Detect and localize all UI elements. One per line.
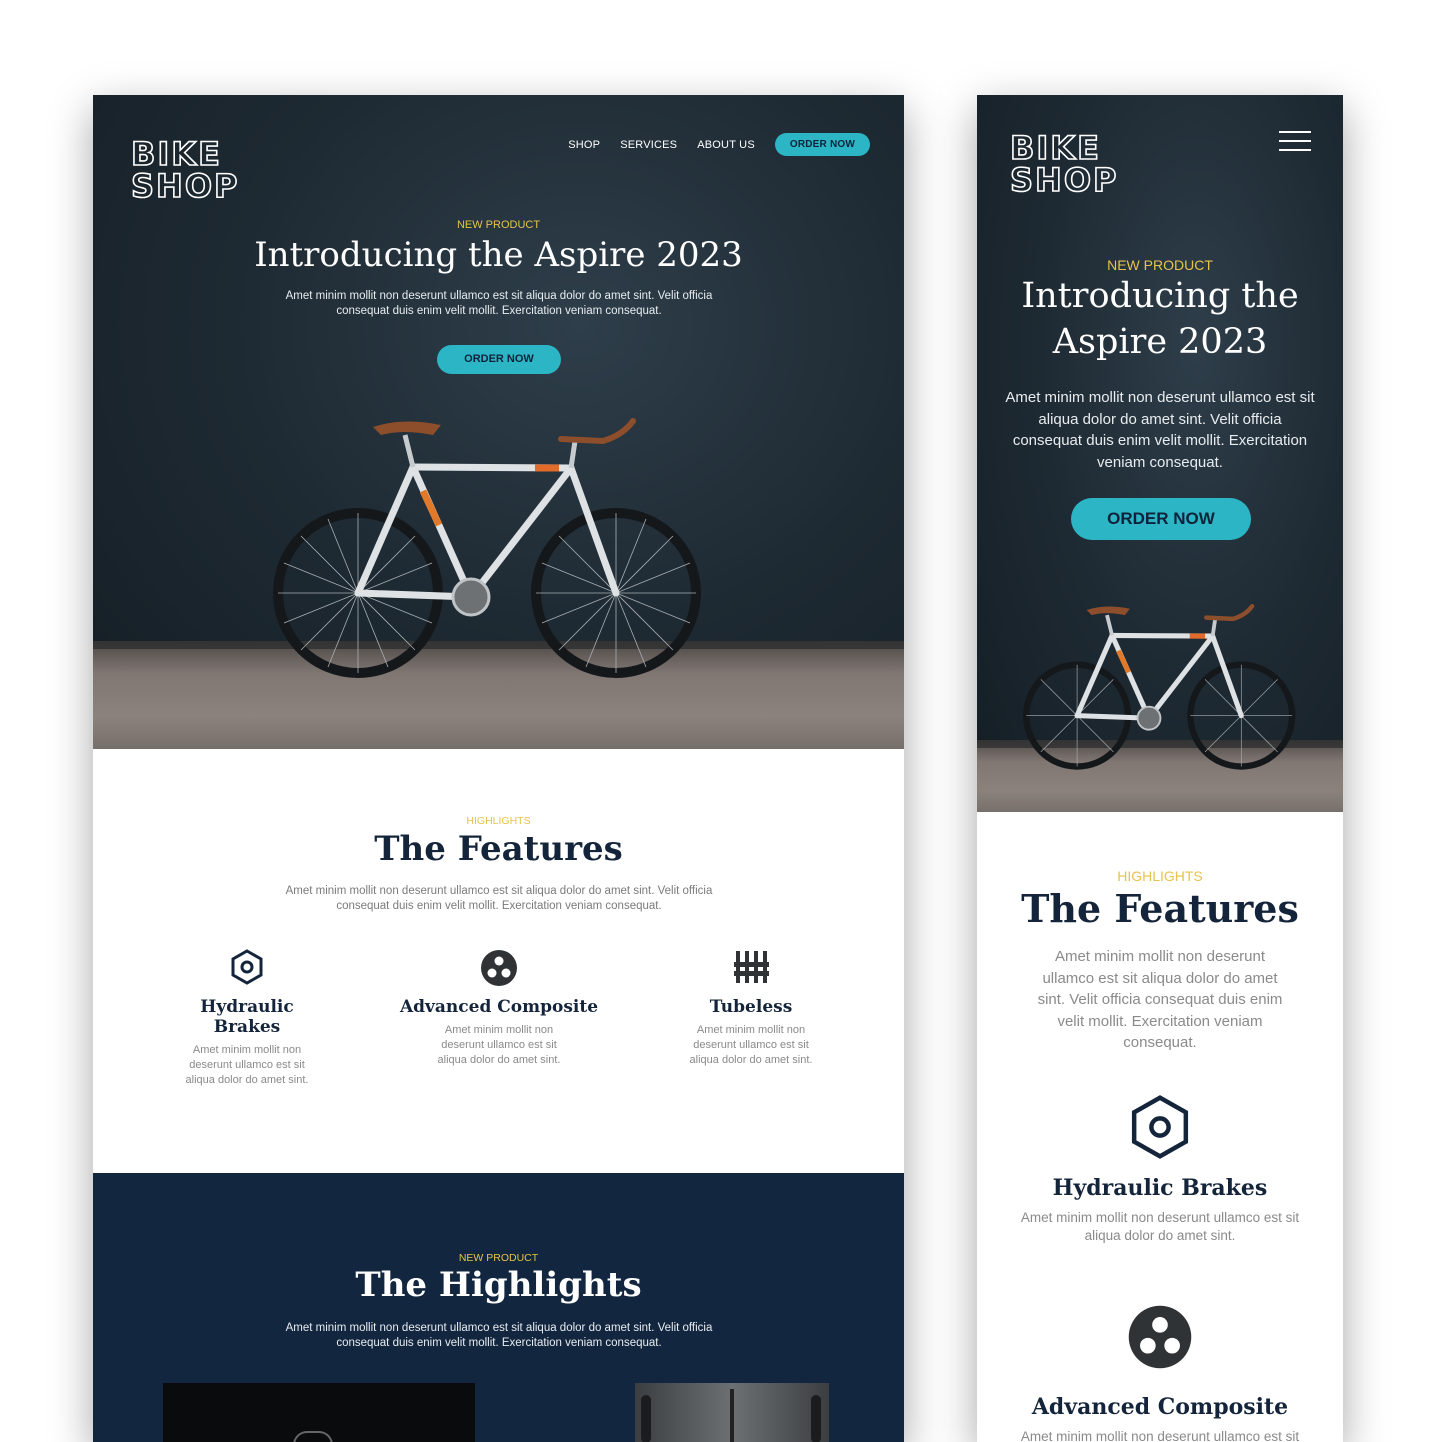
mobile-feature-advanced-composite: Advanced Composite Amet minim mollit non…: [997, 1304, 1323, 1442]
nav-services[interactable]: SERVICES: [620, 139, 677, 151]
mobile-features-section: HIGHLIGHTS The Features Amet minim molli…: [977, 812, 1343, 1442]
feature-title: Hydraulic Brakes: [200, 997, 294, 1037]
feature-tubeless: Tubeless Amet minim mollit non deserunt …: [671, 949, 831, 1068]
highlights-title: The Highlights: [355, 1265, 642, 1305]
feature-desc: Amet minim mollit non deserunt ullamco e…: [1020, 1429, 1300, 1442]
mobile-order-now-button[interactable]: ORDER NOW: [1071, 498, 1251, 540]
highlights-section: NEW PRODUCT The Highlights Amet minim mo…: [93, 1173, 904, 1442]
mobile-hero-title-line1: Introducing the: [1021, 276, 1299, 316]
feature-desc: Amet minim mollit non deserunt ullamco e…: [689, 1024, 813, 1066]
features-text: Amet minim mollit non deserunt ullamco e…: [285, 885, 713, 912]
mobile-hero-text: Amet minim mollit non deserunt ullamco e…: [1005, 389, 1315, 471]
highlight-photo-1: [163, 1383, 475, 1442]
logo-line2: SHOP: [1010, 161, 1118, 199]
hero-title: Introducing the Aspire 2023: [254, 235, 743, 275]
hex-nut-icon: [231, 949, 263, 985]
mobile-bike-shop-logo[interactable]: BIKE SHOP: [1003, 129, 1163, 199]
three-dots-circle-icon: [481, 950, 517, 986]
logo-line2: SHOP: [131, 167, 239, 205]
three-dots-circle-icon: [1128, 1305, 1192, 1369]
feature-desc: Amet minim mollit non deserunt ullamco e…: [185, 1044, 309, 1086]
mobile-bicycle-image: [1023, 603, 1296, 770]
feature-title: Advanced Composite: [1031, 1394, 1289, 1420]
highlight-photo-2: [635, 1383, 829, 1442]
mobile-hero-eyebrow: NEW PRODUCT: [1107, 257, 1213, 273]
mobile-hero-title-line2: Aspire 2023: [1052, 322, 1268, 362]
mobile-mockup: BIKE SHOP NEW PRODUCT Introducing the As…: [977, 95, 1343, 1442]
highlights-eyebrow: NEW PRODUCT: [458, 1252, 539, 1264]
nav-about[interactable]: ABOUT US: [697, 139, 755, 151]
hex-nut-icon: [1131, 1095, 1189, 1159]
mobile-features-text: Amet minim mollit non deserunt ullamco e…: [1037, 948, 1283, 1051]
hero-text: Amet minim mollit non deserunt ullamco e…: [285, 290, 713, 317]
feature-title: Tubeless: [709, 997, 793, 1017]
features-eyebrow: HIGHLIGHTS: [466, 815, 531, 827]
feature-desc: Amet minim mollit non deserunt ullamco e…: [437, 1024, 561, 1066]
feature-advanced-composite: Advanced Composite Amet minim mollit non…: [399, 949, 599, 1068]
hero-order-now-button[interactable]: ORDER NOW: [437, 345, 561, 374]
mobile-features-title: The Features: [1021, 886, 1299, 931]
feature-title: Advanced Composite: [399, 997, 599, 1017]
feature-desc: Amet minim mollit non deserunt ullamco e…: [1020, 1210, 1300, 1243]
feature-title: Hydraulic Brakes: [1052, 1175, 1268, 1201]
feature-hydraulic-brakes: Hydraulic Brakes Amet minim mollit non d…: [167, 949, 327, 1088]
nav-shop[interactable]: SHOP: [568, 139, 600, 151]
mobile-hero-title: Introducing the Aspire 2023: [977, 273, 1343, 365]
mobile-hero-section: BIKE SHOP NEW PRODUCT Introducing the As…: [977, 95, 1343, 812]
hero-section: BIKE SHOP SHOP SERVICES ABOUT US ORDER N…: [93, 95, 904, 749]
desktop-mockup: BIKE SHOP SHOP SERVICES ABOUT US ORDER N…: [93, 95, 904, 1442]
mobile-features-eyebrow: HIGHLIGHTS: [1117, 868, 1203, 884]
features-section: HIGHLIGHTS The Features Amet minim molli…: [93, 749, 904, 1173]
nav-order-now-button[interactable]: ORDER NOW: [774, 133, 870, 156]
bike-shop-logo[interactable]: BIKE SHOP: [129, 135, 279, 205]
main-nav: SHOP SERVICES ABOUT US ORDER NOW: [568, 133, 870, 156]
bicycle-image: [273, 418, 701, 678]
highlights-text: Amet minim mollit non deserunt ullamco e…: [285, 1322, 713, 1349]
sliders-icon: [734, 951, 769, 983]
mobile-feature-hydraulic-brakes: Hydraulic Brakes Amet minim mollit non d…: [997, 1094, 1323, 1245]
hero-eyebrow: NEW PRODUCT: [456, 219, 541, 231]
features-title: The Features: [374, 829, 623, 869]
hamburger-menu-icon[interactable]: [1279, 131, 1311, 153]
